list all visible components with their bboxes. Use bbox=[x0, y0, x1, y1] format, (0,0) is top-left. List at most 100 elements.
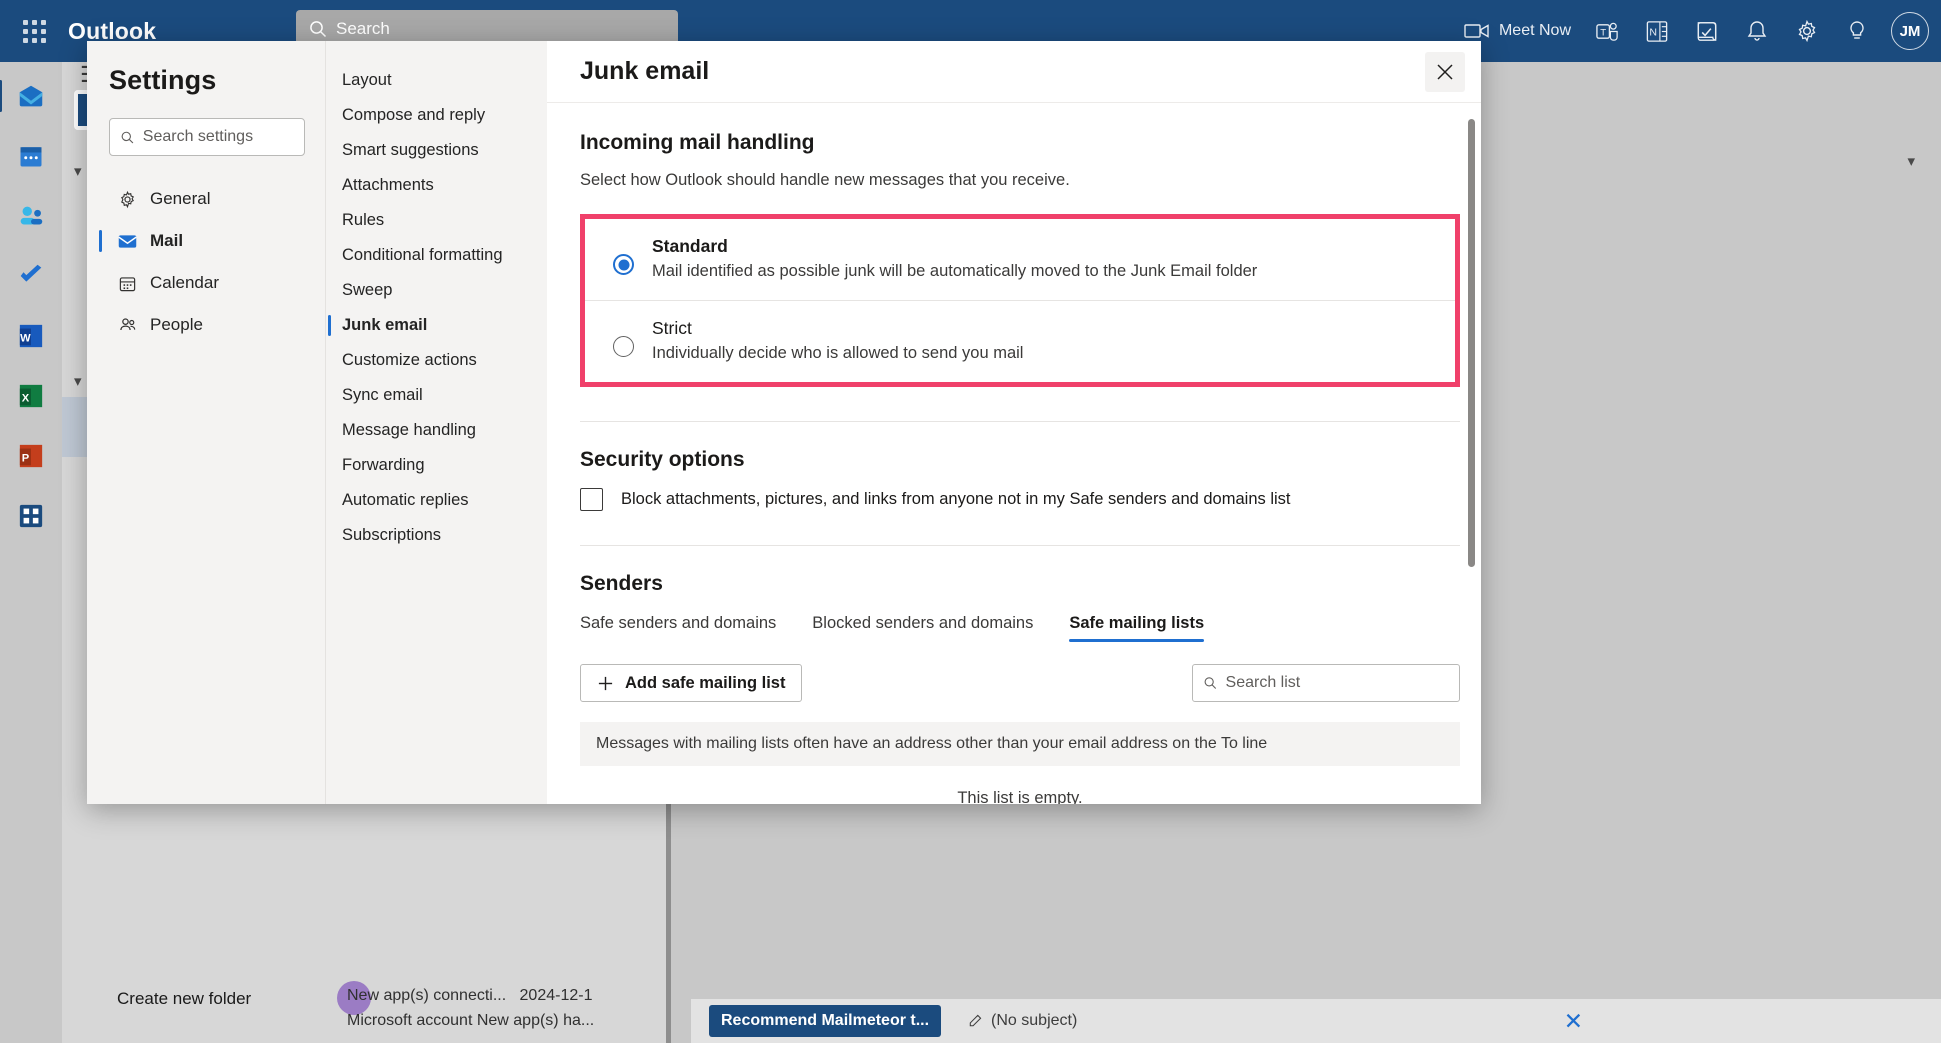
excel-icon: X bbox=[19, 384, 43, 408]
subsection-sync-email[interactable]: Sync email bbox=[326, 378, 547, 413]
subsection-conditional-formatting[interactable]: Conditional formatting bbox=[326, 238, 547, 273]
settings-search-input[interactable] bbox=[142, 128, 294, 146]
rail-item-word[interactable]: W bbox=[9, 316, 53, 356]
top-bar-actions: Meet Now T N JM bbox=[1454, 0, 1929, 62]
message-list-item[interactable]: New app(s) connecti... 2024-12-1 Microso… bbox=[347, 983, 607, 1033]
onenote-icon: N bbox=[1646, 20, 1668, 42]
notifications-button[interactable] bbox=[1733, 7, 1781, 55]
global-search-placeholder: Search bbox=[336, 19, 390, 38]
settings-dialog: Settings General bbox=[87, 41, 1481, 804]
svg-text:N: N bbox=[1649, 26, 1657, 38]
pencil-icon bbox=[969, 1014, 982, 1026]
search-icon bbox=[310, 21, 327, 38]
subsection-junk-email[interactable]: Junk email bbox=[326, 308, 547, 343]
subsection-layout[interactable]: Layout bbox=[326, 63, 547, 98]
svg-text:W: W bbox=[20, 333, 31, 345]
rail-item-powerpoint[interactable]: P bbox=[9, 436, 53, 476]
subsection-message-handling[interactable]: Message handling bbox=[326, 413, 547, 448]
teams-button[interactable]: T bbox=[1583, 7, 1631, 55]
user-avatar[interactable]: JM bbox=[1891, 12, 1929, 50]
folder-chevron-icon[interactable]: ▾ bbox=[74, 162, 82, 180]
tips-lightbulb-icon bbox=[1850, 21, 1864, 39]
radio-strict-description: Individually decide who is allowed to se… bbox=[652, 344, 1024, 362]
to-do-button[interactable] bbox=[1683, 7, 1731, 55]
pane-scrollbar[interactable] bbox=[1468, 119, 1475, 567]
message-date: 2024-12-1 bbox=[519, 987, 593, 1004]
group-chevron-icon[interactable]: ▾ bbox=[74, 372, 82, 390]
subsection-customize-actions[interactable]: Customize actions bbox=[326, 343, 547, 378]
tab-safe-senders-and-domains[interactable]: Safe senders and domains bbox=[580, 614, 776, 642]
mail-icon bbox=[19, 85, 43, 107]
tips-button[interactable] bbox=[1833, 7, 1881, 55]
block-attachments-checkbox-row[interactable]: Block attachments, pictures, and links f… bbox=[580, 488, 1448, 511]
radio-standard-indicator[interactable] bbox=[613, 254, 634, 275]
tab-blocked-senders-and-domains[interactable]: Blocked senders and domains bbox=[812, 614, 1033, 642]
rail-item-todo[interactable] bbox=[9, 256, 53, 296]
subsection-automatic-replies[interactable]: Automatic replies bbox=[326, 483, 547, 518]
settings-category-mail[interactable]: Mail bbox=[87, 220, 325, 262]
subsection-attachments[interactable]: Attachments bbox=[326, 168, 547, 203]
subsection-compose-and-reply[interactable]: Compose and reply bbox=[326, 98, 547, 133]
settings-dialog-title: Settings bbox=[109, 65, 217, 95]
onenote-button[interactable]: N bbox=[1633, 7, 1681, 55]
rail-item-mail[interactable] bbox=[0, 76, 53, 116]
junk-level-radio-group-highlight: Standard Mail identified as possible jun… bbox=[580, 214, 1460, 387]
svg-text:X: X bbox=[22, 393, 30, 405]
subsection-smart-suggestions[interactable]: Smart suggestions bbox=[326, 133, 547, 168]
compose-close-icon[interactable]: ✕ bbox=[1564, 1008, 1583, 1035]
subsection-sweep[interactable]: Sweep bbox=[326, 273, 547, 308]
rail-item-people[interactable] bbox=[9, 196, 53, 236]
rail-item-calendar[interactable] bbox=[9, 136, 53, 176]
envelope-icon bbox=[117, 231, 138, 252]
radio-option-standard[interactable]: Standard Mail identified as possible jun… bbox=[585, 219, 1455, 300]
senders-heading: Senders bbox=[580, 572, 663, 595]
settings-search-box[interactable] bbox=[109, 118, 305, 156]
teams-icon: T bbox=[1595, 22, 1618, 41]
rail-item-all-apps[interactable] bbox=[9, 496, 53, 536]
tab-safe-mailing-lists[interactable]: Safe mailing lists bbox=[1069, 614, 1204, 642]
compose-recipient[interactable]: Recommend Mailmeteor t... bbox=[709, 1005, 942, 1037]
settings-category-label: People bbox=[150, 315, 203, 334]
create-new-folder-link[interactable]: Create new folder bbox=[117, 989, 251, 1009]
settings-categories-pane: Settings General bbox=[87, 41, 325, 804]
message-sender: New app(s) connecti... bbox=[347, 987, 507, 1004]
settings-gear-icon bbox=[1798, 19, 1816, 43]
all-apps-icon bbox=[19, 504, 43, 528]
subsection-subscriptions[interactable]: Subscriptions bbox=[326, 518, 547, 553]
app-launcher-waffle-icon[interactable] bbox=[8, 19, 60, 43]
calendar-icon bbox=[20, 147, 42, 167]
outlook-app: ☰ ▾ ▾ Create new folder New app(s) conne… bbox=[0, 0, 1941, 1043]
settings-category-label: Calendar bbox=[150, 273, 219, 292]
block-attachments-checkbox[interactable] bbox=[580, 488, 603, 511]
list-search-box[interactable] bbox=[1192, 664, 1460, 702]
reading-pane-chevron-icon[interactable]: ▾ bbox=[1907, 152, 1915, 170]
compose-bar[interactable]: Recommend Mailmeteor t... (No subject) ✕ bbox=[691, 999, 1941, 1043]
list-search-input[interactable] bbox=[1225, 674, 1449, 692]
close-dialog-button[interactable] bbox=[1425, 51, 1465, 92]
rail-item-excel[interactable]: X bbox=[9, 376, 53, 416]
block-attachments-label: Block attachments, pictures, and links f… bbox=[621, 490, 1291, 508]
incoming-mail-heading: Incoming mail handling bbox=[580, 131, 815, 154]
radio-strict-indicator[interactable] bbox=[613, 336, 634, 357]
radio-strict-title: Strict bbox=[652, 318, 692, 338]
radio-standard-description: Mail identified as possible junk will be… bbox=[652, 262, 1258, 280]
junk-email-pane: Junk email Incoming mail handling Select… bbox=[547, 41, 1481, 804]
settings-button[interactable] bbox=[1783, 7, 1831, 55]
notifications-bell-icon bbox=[1747, 21, 1767, 41]
close-icon bbox=[1437, 63, 1453, 80]
compose-subject[interactable]: (No subject) bbox=[967, 1012, 1077, 1030]
people-icon bbox=[20, 206, 43, 225]
subsection-forwarding[interactable]: Forwarding bbox=[326, 448, 547, 483]
radio-standard-title: Standard bbox=[652, 236, 728, 256]
settings-category-general[interactable]: General bbox=[87, 178, 325, 220]
search-icon bbox=[121, 131, 134, 143]
add-safe-mailing-list-button[interactable]: Add safe mailing list bbox=[580, 664, 803, 702]
settings-category-calendar[interactable]: Calendar bbox=[87, 262, 325, 304]
radio-option-strict[interactable]: Strict Individually decide who is allowe… bbox=[585, 300, 1455, 382]
people-icon bbox=[117, 315, 138, 336]
settings-category-people[interactable]: People bbox=[87, 304, 325, 346]
subsection-rules[interactable]: Rules bbox=[326, 203, 547, 238]
mail-subsections-pane: Layout Compose and reply Smart suggestio… bbox=[325, 41, 547, 804]
security-options-heading: Security options bbox=[580, 448, 745, 471]
settings-category-label: Mail bbox=[150, 231, 184, 250]
